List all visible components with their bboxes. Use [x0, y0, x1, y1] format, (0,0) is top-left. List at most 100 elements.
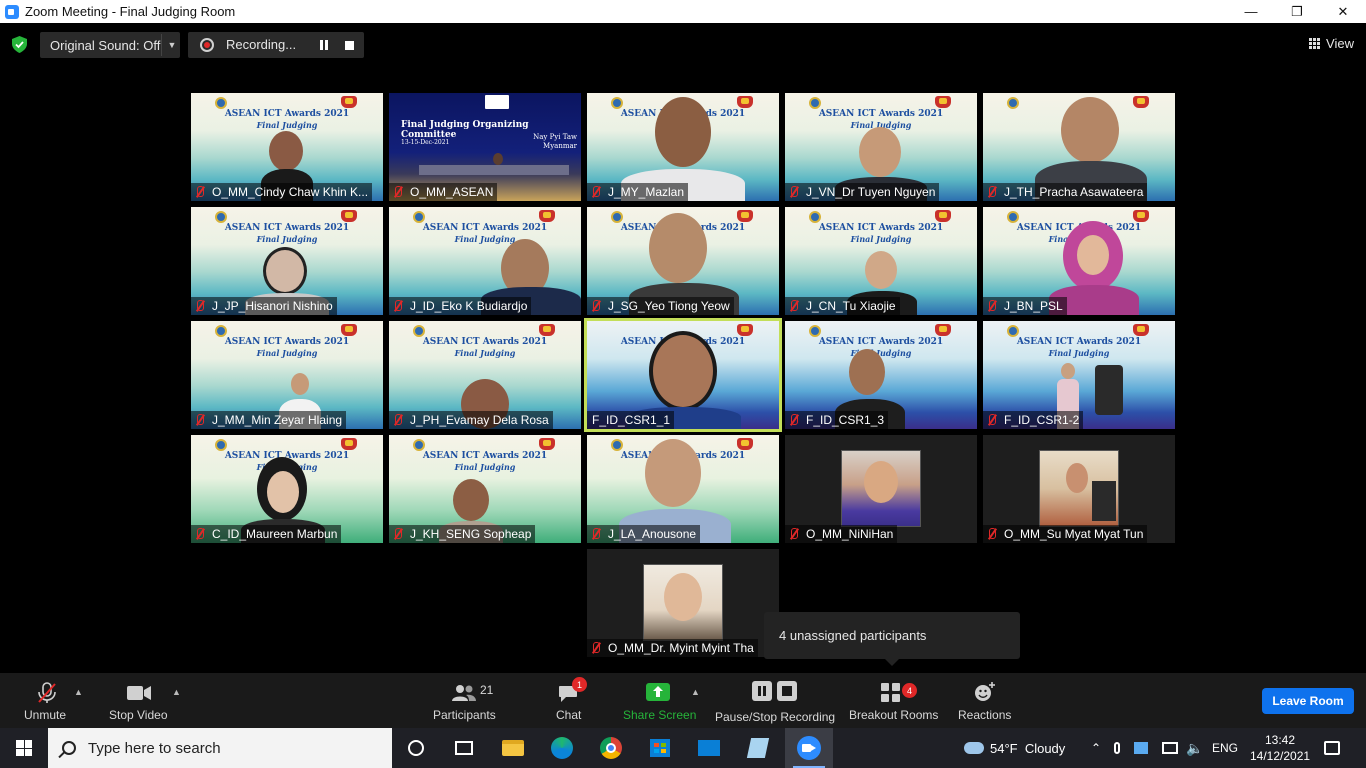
participant-name-tag: J_BN_PSL: [983, 297, 1067, 315]
event-subtitle: Final Judging: [256, 120, 318, 130]
muted-mic-icon: [983, 297, 999, 315]
notifications-icon[interactable]: [1324, 728, 1340, 768]
video-tile[interactable]: J_TH_Pracha Asawateera: [983, 93, 1175, 201]
participant-head: [453, 479, 489, 521]
participant-name-tag: J_CN_Tu Xiaojie: [785, 297, 900, 315]
participant-face: [267, 471, 299, 513]
notepad-icon[interactable]: [734, 728, 782, 768]
video-tile[interactable]: ASEAN ICT Awards 2021 Final Judging J_BN…: [983, 207, 1175, 315]
breakout-rooms-button[interactable]: 4 Breakout Rooms: [848, 673, 938, 728]
show-hidden-icons[interactable]: ⌃: [1091, 728, 1101, 768]
video-tile-photo[interactable]: O_MM_Dr. Myint Myint Tha: [587, 549, 779, 657]
participant-head: [269, 131, 303, 171]
cloud-icon: [964, 742, 984, 754]
participant-name-tag: C_ID_Maureen Marbun: [191, 525, 342, 543]
video-tile[interactable]: ASEAN ICT Awards 2021 J_SG_Yeo Tiong Yeo…: [587, 207, 779, 315]
participant-name-tag: J_VN_Dr Tuyen Nguyen: [785, 183, 940, 201]
window-title: Zoom Meeting - Final Judging Room: [25, 4, 236, 19]
task-view-icon[interactable]: [440, 728, 488, 768]
video-tile-photo[interactable]: O_MM_NiNiHan: [785, 435, 977, 543]
tray-app-glyph: [1134, 742, 1148, 754]
event-subtitle: Final Judging: [256, 234, 318, 244]
window-title-bar: Zoom Meeting - Final Judging Room — ❐ ✕: [0, 0, 1366, 23]
muted-mic-icon: [389, 297, 405, 315]
mail-icon[interactable]: [685, 728, 733, 768]
close-icon[interactable]: ✕: [1320, 0, 1366, 23]
zoom-icon[interactable]: [785, 728, 833, 768]
leave-room-button[interactable]: Leave Room: [1262, 688, 1354, 714]
video-tile[interactable]: ASEAN ICT Awards 2021 J_MY_Mazlan: [587, 93, 779, 201]
cortana-icon[interactable]: [392, 728, 440, 768]
microphone-tray-icon[interactable]: [1114, 728, 1120, 768]
video-tile[interactable]: ASEAN ICT Awards 2021 Final Judging J_MM…: [191, 321, 383, 429]
chevron-down-icon[interactable]: ▼: [165, 32, 179, 58]
video-tile[interactable]: ASEAN ICT Awards 2021 Final Judging J_CN…: [785, 207, 977, 315]
edge-icon[interactable]: [538, 728, 586, 768]
network-icon[interactable]: [1162, 728, 1178, 768]
pause-recording-icon[interactable]: [318, 39, 330, 51]
video-tile[interactable]: ASEAN ICT Awards 2021 Final Judging F_ID…: [785, 321, 977, 429]
participant-name-tag: J_MM_Min Zeyar Hlaing: [191, 411, 347, 429]
language-indicator[interactable]: ENG: [1212, 728, 1238, 768]
asean-logo-icon: [611, 439, 623, 451]
taskbar-clock[interactable]: 13:42 14/12/2021: [1250, 732, 1310, 764]
unmute-button[interactable]: Unmute: [20, 673, 72, 728]
store-icon[interactable]: [636, 728, 684, 768]
chat-badge: 1: [572, 677, 587, 692]
participant-name-tag: J_SG_Yeo Tiong Yeow: [587, 297, 734, 315]
pause-stop-recording-label: Pause/Stop Recording: [715, 710, 836, 724]
video-tile[interactable]: ASEAN ICT Awards 2021 Final Judging O_MM…: [191, 93, 383, 201]
participant-head: [1061, 97, 1119, 163]
restore-icon[interactable]: ❐: [1274, 0, 1320, 23]
volume-icon[interactable]: 🔈: [1186, 728, 1203, 768]
crest-logo-icon: [935, 96, 951, 108]
event-title: ASEAN ICT Awards 2021: [422, 223, 548, 233]
video-tile[interactable]: ASEAN ICT Awards 2021 Final Judging C_ID…: [191, 435, 383, 543]
participant-name-tag: J_MY_Mazlan: [587, 183, 689, 201]
event-title: ASEAN ICT Awards 2021: [818, 223, 944, 233]
pause-stop-recording-button[interactable]: Pause/Stop Recording: [714, 673, 836, 728]
event-subtitle: Final Judging: [1048, 348, 1110, 358]
stop-recording-icon[interactable]: [345, 41, 354, 50]
video-options-chevron[interactable]: ▲: [170, 673, 182, 728]
share-screen-button[interactable]: Share Screen: [622, 673, 696, 728]
video-tile-active-speaker[interactable]: ASEAN ICT Awards 2021 F_ID_CSR1_1: [584, 318, 782, 432]
video-tile[interactable]: ASEAN ICT Awards 2021 J_LA_Anousone: [587, 435, 779, 543]
original-sound-button[interactable]: Original Sound: Off ▼: [40, 32, 180, 58]
security-shield-icon[interactable]: [12, 36, 27, 53]
asean-logo-icon: [413, 439, 425, 451]
video-tile-photo[interactable]: O_MM_Su Myat Myat Tun: [983, 435, 1175, 543]
video-tile[interactable]: ASEAN ICT Awards 2021 Final Judging J_JP…: [191, 207, 383, 315]
event-title: ASEAN ICT Awards 2021: [224, 109, 350, 119]
video-tile[interactable]: Final Judging Organizing Committee Nay P…: [389, 93, 581, 201]
video-tile[interactable]: ASEAN ICT Awards 2021 Final Judging F_ID…: [983, 321, 1175, 429]
video-tile[interactable]: ASEAN ICT Awards 2021 Final Judging J_VN…: [785, 93, 977, 201]
meeting-toolbar: Unmute ▲ Stop Video ▲ 21 Participants 1 …: [0, 673, 1366, 728]
participants-icon: [452, 685, 476, 701]
participant-name-tag: O_MM_Dr. Myint Myint Tha: [587, 639, 758, 657]
audio-options-chevron[interactable]: ▲: [72, 673, 84, 728]
chrome-icon[interactable]: [587, 728, 635, 768]
event-subtitle: Final Judging: [256, 348, 318, 358]
asean-logo-icon: [1007, 325, 1019, 337]
share-options-chevron[interactable]: ▲: [689, 673, 701, 728]
weather-text: 54°F Cloudy: [990, 740, 1066, 756]
reactions-button[interactable]: Reactions: [956, 673, 1012, 728]
video-tile[interactable]: ASEAN ICT Awards 2021 Final Judging J_ID…: [389, 207, 581, 315]
view-button[interactable]: View: [1309, 34, 1354, 52]
unmute-label: Unmute: [24, 708, 67, 722]
file-explorer-icon[interactable]: [489, 728, 537, 768]
app-tray-icon[interactable]: [1134, 728, 1148, 768]
participants-button[interactable]: 21 Participants: [430, 673, 498, 728]
weather-widget[interactable]: 54°F Cloudy: [964, 728, 1065, 768]
taskbar-search[interactable]: Type here to search: [48, 728, 392, 768]
video-tile[interactable]: ASEAN ICT Awards 2021 Final Judging J_KH…: [389, 435, 581, 543]
minimize-icon[interactable]: —: [1228, 0, 1274, 23]
zoom-app-icon: [5, 4, 19, 19]
start-button[interactable]: [0, 728, 48, 768]
asean-logo-icon: [809, 325, 821, 337]
stop-video-button[interactable]: Stop Video: [108, 673, 170, 728]
video-tile[interactable]: ASEAN ICT Awards 2021 Final Judging J_PH…: [389, 321, 581, 429]
chat-button[interactable]: 1 Chat: [552, 673, 587, 728]
muted-mic-icon: [785, 297, 801, 315]
